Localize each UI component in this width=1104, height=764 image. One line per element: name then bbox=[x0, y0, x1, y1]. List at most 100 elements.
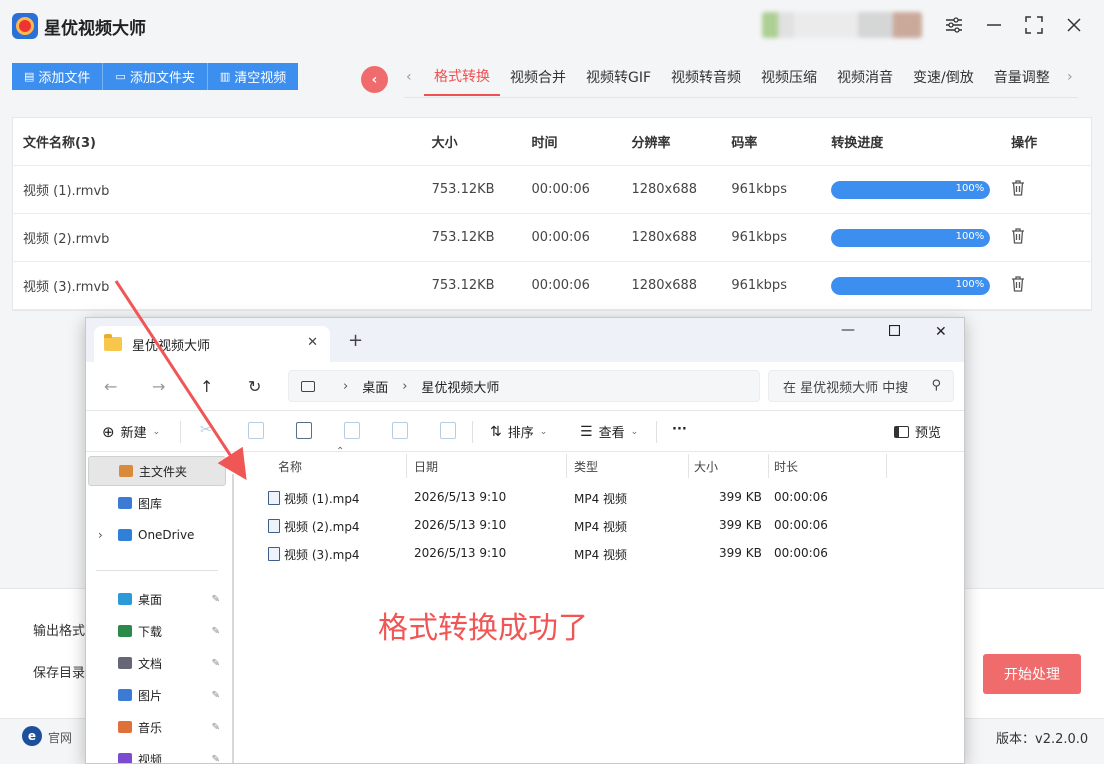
file-duration: 00:00:06 bbox=[774, 490, 828, 504]
nav-scrollbar[interactable] bbox=[232, 474, 234, 763]
row-time: 00:00:06 bbox=[531, 182, 590, 197]
tab-close-icon[interactable]: ✕ bbox=[307, 335, 318, 350]
tab-2[interactable]: 视频转GIF bbox=[576, 58, 661, 96]
header-bitrate: 码率 bbox=[731, 136, 758, 151]
tab-5[interactable]: 视频消音 bbox=[827, 58, 903, 96]
file-name: 视频 (1).mp4 bbox=[284, 492, 360, 506]
add-file-button[interactable]: ▤ 添加文件 bbox=[12, 63, 104, 90]
view-button[interactable]: ☰ 查看 ⌄ bbox=[580, 422, 639, 442]
delete-row-icon[interactable] bbox=[1011, 275, 1025, 292]
chevron-right-icon: › bbox=[402, 378, 408, 394]
official-site-icon[interactable]: e bbox=[22, 726, 42, 746]
clear-videos-button[interactable]: ▥ 清空视频 bbox=[207, 63, 299, 90]
nav-item-1[interactable]: 图库 bbox=[88, 488, 226, 518]
preview-pane-button[interactable]: 预览 bbox=[894, 422, 941, 441]
nav-item-5[interactable]: 文档 ✎ bbox=[88, 648, 226, 678]
column-type[interactable]: 类型 bbox=[574, 458, 598, 475]
table-row[interactable]: 视频 (1).rmvb 753.12KB 00:00:06 1280x688 961kb… bbox=[13, 166, 1091, 214]
file-date: 2026/5/13 9:10 bbox=[414, 518, 507, 532]
sort-label: 排序 bbox=[507, 426, 534, 441]
search-input[interactable]: 在 星优视频大师 中搜 ⚲ bbox=[768, 370, 954, 402]
chevron-right-icon[interactable]: › bbox=[98, 528, 103, 542]
maximize-icon[interactable] bbox=[888, 324, 901, 340]
rename-icon[interactable] bbox=[344, 422, 360, 439]
home-icon bbox=[119, 465, 133, 477]
new-button[interactable]: ⊕ 新建 ⌄ bbox=[102, 422, 160, 442]
back-arrow-icon[interactable]: ← bbox=[104, 377, 117, 396]
column-name[interactable]: 名称 bbox=[278, 458, 302, 475]
tab-scroll-left-icon[interactable]: ‹ bbox=[406, 69, 412, 85]
up-arrow-icon[interactable]: ↑ bbox=[200, 377, 213, 396]
nav-item-2[interactable]: › OneDrive bbox=[88, 520, 226, 550]
tab-0[interactable]: 格式转换 bbox=[424, 58, 500, 96]
toolbar-divider bbox=[180, 421, 181, 443]
sort-button[interactable]: ⇅ 排序 ⌄ bbox=[490, 422, 547, 442]
toolbar-divider bbox=[656, 421, 657, 443]
breadcrumb-desktop[interactable]: 桌面 bbox=[362, 377, 388, 396]
new-tab-icon[interactable]: + bbox=[348, 330, 363, 351]
folder-icon bbox=[104, 334, 122, 351]
nav-item-0[interactable]: 主文件夹 bbox=[88, 456, 226, 486]
minimize-icon[interactable]: — bbox=[841, 322, 855, 338]
official-site-link[interactable]: 官网 bbox=[48, 729, 72, 746]
user-avatar[interactable] bbox=[762, 12, 922, 38]
column-size[interactable]: 大小 bbox=[694, 458, 718, 475]
file-row[interactable]: 视频 (2).mp4 2026/5/13 9:10 MP4 视频 399 KB 00:0… bbox=[266, 512, 886, 540]
refresh-icon[interactable]: ↻ bbox=[248, 377, 261, 396]
view-label: 查看 bbox=[598, 426, 625, 441]
nav-item-7[interactable]: 音乐 ✎ bbox=[88, 712, 226, 742]
tab-1[interactable]: 视频合并 bbox=[500, 58, 576, 96]
settings-icon[interactable] bbox=[943, 14, 965, 36]
start-process-button[interactable]: 开始处理 bbox=[983, 654, 1081, 694]
file-size: 399 KB bbox=[719, 518, 762, 532]
pin-icon: ✎ bbox=[211, 657, 220, 669]
file-row[interactable]: 视频 (3).mp4 2026/5/13 9:10 MP4 视频 399 KB 00:0… bbox=[266, 540, 886, 568]
tab-3[interactable]: 视频转音频 bbox=[661, 58, 751, 96]
version-label: 版本：v2.2.0.0 bbox=[996, 732, 1089, 747]
breadcrumb-folder[interactable]: 星优视频大师 bbox=[421, 377, 499, 396]
tab-scroll-right-icon[interactable]: › bbox=[1067, 69, 1073, 85]
delete-row-icon[interactable] bbox=[1011, 179, 1025, 196]
more-options-button[interactable]: ··· bbox=[672, 422, 687, 437]
nav-item-6[interactable]: 图片 ✎ bbox=[88, 680, 226, 710]
file-date: 2026/5/13 9:10 bbox=[414, 490, 507, 504]
nav-label: 音乐 bbox=[138, 720, 163, 735]
folder-icon: ▭ bbox=[115, 70, 126, 83]
column-divider bbox=[566, 454, 567, 478]
share-icon[interactable] bbox=[392, 422, 408, 439]
address-bar[interactable]: › 桌面 › 星优视频大师 bbox=[288, 370, 760, 402]
forward-arrow-icon[interactable]: → bbox=[152, 377, 165, 396]
delete-icon[interactable] bbox=[440, 422, 456, 439]
pin-icon: ✎ bbox=[211, 753, 220, 764]
maximize-icon[interactable] bbox=[1023, 14, 1045, 36]
nav-item-3[interactable]: 桌面 ✎ bbox=[88, 584, 226, 614]
cut-icon[interactable]: ✂ bbox=[200, 422, 216, 439]
row-file-name: 视频 (1).rmvb bbox=[23, 184, 110, 199]
close-icon[interactable]: ✕ bbox=[935, 324, 947, 340]
add-folder-button[interactable]: ▭ 添加文件夹 bbox=[103, 63, 208, 90]
table-row[interactable]: 视频 (2).rmvb 753.12KB 00:00:06 1280x688 961kb… bbox=[13, 214, 1091, 262]
table-row[interactable]: 视频 (3).rmvb 753.12KB 00:00:06 1280x688 961kb… bbox=[13, 262, 1091, 310]
paste-icon[interactable] bbox=[296, 422, 312, 439]
tab-4[interactable]: 视频压缩 bbox=[751, 58, 827, 96]
delete-row-icon[interactable] bbox=[1011, 227, 1025, 244]
success-annotation: 格式转换成功了 bbox=[378, 611, 588, 646]
add-file-label: 添加文件 bbox=[38, 71, 91, 86]
close-icon[interactable] bbox=[1063, 14, 1085, 36]
row-time: 00:00:06 bbox=[531, 278, 590, 293]
back-button[interactable]: ‹ bbox=[361, 66, 388, 93]
nav-item-4[interactable]: 下载 ✎ bbox=[88, 616, 226, 646]
chevron-down-icon: ⌄ bbox=[630, 426, 639, 437]
navigation-pane: 主文件夹 图库 › OneDrive 桌面 ✎ 下载 ✎ 文档 ✎ 图片 ✎ 音乐 ✎ 视频 ✎ bbox=[86, 452, 236, 764]
copy-icon[interactable] bbox=[248, 422, 264, 439]
minimize-icon[interactable] bbox=[983, 14, 1005, 36]
nav-item-8[interactable]: 视频 ✎ bbox=[88, 744, 226, 764]
file-row[interactable]: 视频 (1).mp4 2026/5/13 9:10 MP4 视频 399 KB 00:0… bbox=[266, 484, 886, 512]
column-divider bbox=[688, 454, 689, 478]
tab-7[interactable]: 音量调整 bbox=[984, 58, 1060, 96]
explorer-tab[interactable]: 星优视频大师 ✕ bbox=[94, 326, 330, 362]
search-icon: ⚲ bbox=[931, 378, 941, 393]
column-duration[interactable]: 时长 bbox=[774, 458, 798, 475]
tab-6[interactable]: 变速/倒放 bbox=[903, 58, 984, 96]
column-date[interactable]: 日期 bbox=[414, 458, 438, 475]
